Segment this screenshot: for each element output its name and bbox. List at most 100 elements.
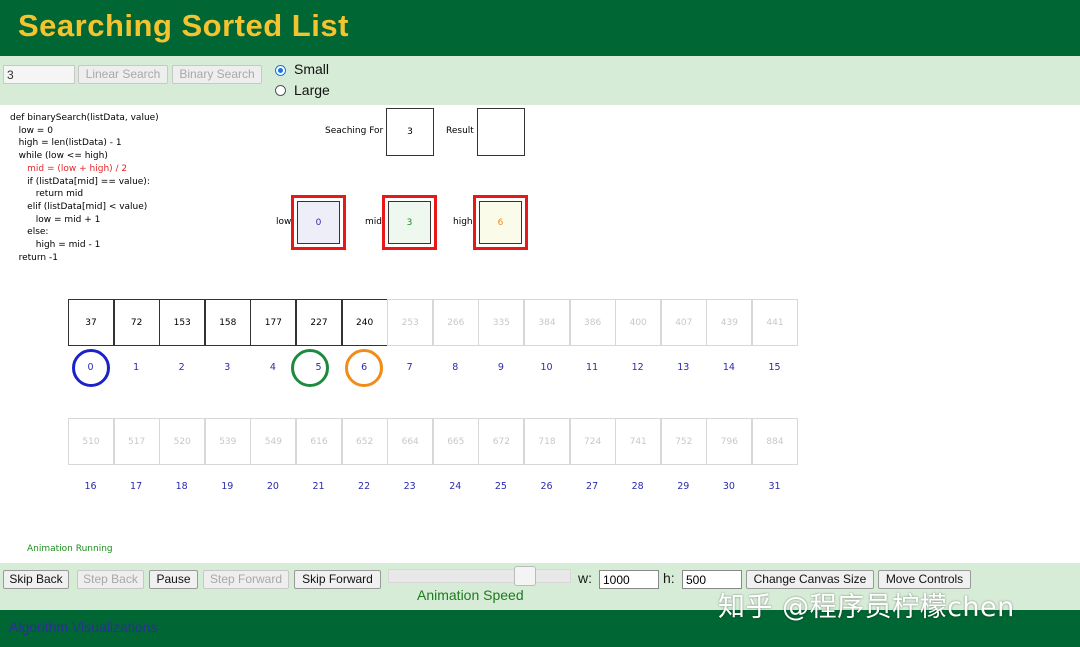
array-cell: 718 xyxy=(524,418,570,465)
footer-link[interactable]: Algorithm Visualizations xyxy=(9,619,157,635)
array-index: 25 xyxy=(494,481,507,492)
array-index: 31 xyxy=(768,481,781,492)
result-box xyxy=(477,108,525,156)
array-cell: 652 xyxy=(341,418,388,465)
high-marker-circle xyxy=(345,349,383,387)
array-index: 2 xyxy=(178,362,185,373)
code-line: else: xyxy=(10,227,49,238)
result-label: Result xyxy=(446,126,474,136)
array-cell: 672 xyxy=(478,418,525,465)
array-cell: 153 xyxy=(159,299,206,346)
array-cell: 253 xyxy=(387,299,434,346)
size-small-radio[interactable] xyxy=(275,65,286,76)
array-index: 20 xyxy=(266,481,279,492)
array-index: 16 xyxy=(84,481,97,492)
array-cell: 517 xyxy=(113,418,160,465)
array-cell: 741 xyxy=(615,418,662,465)
array-index: 28 xyxy=(631,481,644,492)
size-large-radio[interactable] xyxy=(275,85,286,96)
searching-for-label: Seaching For xyxy=(325,126,384,136)
array-cell: 796 xyxy=(706,418,753,465)
array-cell: 665 xyxy=(432,418,479,465)
array-index: 9 xyxy=(497,362,504,373)
array-index: 7 xyxy=(406,362,413,373)
speed-slider-track[interactable] xyxy=(388,569,571,583)
array-index: 8 xyxy=(452,362,459,373)
speed-slider-thumb[interactable] xyxy=(514,566,536,586)
array-index: 17 xyxy=(130,481,143,492)
code-line: mid = (low + high) / 2 xyxy=(10,163,128,174)
watermark-text: 知乎 @程序员柠檬chen xyxy=(718,592,1015,623)
linear-search-button[interactable]: Linear Search xyxy=(78,65,168,84)
array-index: 18 xyxy=(175,481,188,492)
skip-back-button[interactable]: Skip Back xyxy=(3,570,69,589)
code-line: low = mid + 1 xyxy=(10,214,101,225)
array-index: 3 xyxy=(224,362,231,373)
array-cell: 616 xyxy=(296,418,342,465)
step-forward-button[interactable]: Step Forward xyxy=(203,570,289,589)
binary-search-button[interactable]: Binary Search xyxy=(172,65,262,84)
low-marker-circle xyxy=(72,349,110,387)
high-value-box: 6 xyxy=(479,201,522,244)
array-cell: 520 xyxy=(159,418,206,465)
array-cell: 539 xyxy=(204,418,251,465)
array-cell: 439 xyxy=(706,299,753,346)
array-index: 1 xyxy=(133,362,140,373)
high-label: high xyxy=(453,217,473,227)
code-line: return -1 xyxy=(10,252,58,263)
array-index: 13 xyxy=(677,362,690,373)
array-cell: 158 xyxy=(204,299,251,346)
array-index: 10 xyxy=(540,362,553,373)
array-index: 15 xyxy=(768,362,781,373)
code-listing: def binarySearch(listData, value) low = … xyxy=(10,112,159,264)
low-value-box: 0 xyxy=(297,201,340,244)
array-cell: 549 xyxy=(250,418,297,465)
array-index: 29 xyxy=(677,481,690,492)
array-cell: 510 xyxy=(68,418,114,465)
array-cell: 335 xyxy=(478,299,525,346)
searching-for-box: 3 xyxy=(386,108,434,156)
array-cell: 400 xyxy=(615,299,662,346)
low-label: low xyxy=(276,217,292,227)
code-line: return mid xyxy=(10,189,84,200)
size-large-label: Large xyxy=(294,82,330,98)
array-index: 30 xyxy=(722,481,735,492)
array-cell: 266 xyxy=(432,299,479,346)
code-line: if (listData[mid] == value): xyxy=(10,176,150,187)
array-cell: 37 xyxy=(68,299,114,346)
canvas-width-input[interactable] xyxy=(599,570,659,589)
low-value: 0 xyxy=(315,217,322,228)
skip-forward-button[interactable]: Skip Forward xyxy=(294,570,381,589)
code-line: elif (listData[mid] < value) xyxy=(10,201,148,212)
array-cell: 227 xyxy=(296,299,342,346)
search-value-input[interactable] xyxy=(3,65,75,84)
array-cell: 407 xyxy=(660,299,707,346)
array-cell: 724 xyxy=(569,418,616,465)
high-value: 6 xyxy=(497,217,504,228)
array-cell: 386 xyxy=(569,299,616,346)
mid-value: 3 xyxy=(406,217,413,228)
step-back-button[interactable]: Step Back xyxy=(77,570,144,589)
array-index: 26 xyxy=(540,481,553,492)
array-cell: 441 xyxy=(752,299,798,346)
width-label: w: xyxy=(578,570,592,586)
array-cell: 384 xyxy=(524,299,570,346)
array-cell: 177 xyxy=(250,299,297,346)
size-small-label: Small xyxy=(294,61,330,77)
pause-button[interactable]: Pause xyxy=(149,570,198,589)
code-line: while (low <= high) xyxy=(10,151,108,162)
array-cell: 72 xyxy=(113,299,160,346)
array-index: 14 xyxy=(722,362,735,373)
array-index: 12 xyxy=(631,362,644,373)
height-label: h: xyxy=(663,570,675,586)
array-cell: 884 xyxy=(752,418,798,465)
array-index: 24 xyxy=(449,481,462,492)
array-index: 22 xyxy=(358,481,371,492)
array-cell: 664 xyxy=(387,418,434,465)
mid-marker-circle xyxy=(291,349,329,387)
page-title: Searching Sorted List xyxy=(18,8,349,43)
code-line: high = mid - 1 xyxy=(10,240,101,251)
mid-value-box: 3 xyxy=(388,201,431,244)
array-index: 4 xyxy=(269,362,276,373)
array-index: 21 xyxy=(312,481,325,492)
